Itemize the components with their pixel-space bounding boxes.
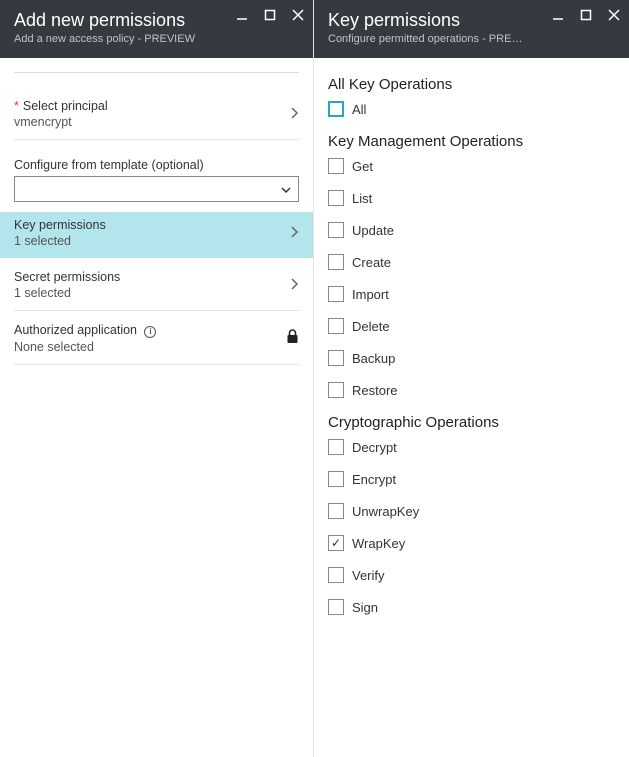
group-title: Cryptographic Operations [328,414,615,431]
checkbox-row[interactable]: Sign [328,599,615,615]
chevron-right-icon [290,106,299,123]
checkbox-row[interactable]: Verify [328,567,615,583]
checkbox[interactable] [328,318,344,334]
minimize-button[interactable] [235,8,249,22]
checkbox-row[interactable]: Backup [328,350,615,366]
checkbox-label: List [352,191,372,206]
right-subtitle: Configure permitted operations - PREVI..… [328,33,528,45]
left-subtitle: Add a new access policy - PREVIEW [14,33,214,45]
key-perm-label: Key permissions [14,218,106,232]
checkbox-row[interactable]: List [328,190,615,206]
checkbox[interactable] [328,158,344,174]
right-body: All Key Operations All Key Management Oper… [314,58,629,757]
authorized-app-row[interactable]: Authorized application i None selected [14,311,299,365]
group-title: All Key Operations [328,76,615,93]
right-header: Key permissions Configure permitted oper… [314,0,629,58]
checkbox-row[interactable]: WrapKey [328,535,615,551]
checkbox[interactable] [328,503,344,519]
checkbox[interactable] [328,439,344,455]
add-permissions-pane: Add new permissions Add a new access pol… [0,0,314,757]
checkbox-row[interactable]: Get [328,158,615,174]
checkbox-row[interactable]: Decrypt [328,439,615,455]
checkbox-label: Verify [352,568,385,583]
caret-down-icon [280,182,292,197]
checkbox-label: Backup [352,351,395,366]
checkbox-row[interactable]: Delete [328,318,615,334]
group-title: Key Management Operations [328,133,615,150]
template-label: Configure from template (optional) [14,158,299,172]
checkbox-label: Sign [352,600,378,615]
auth-app-label-text: Authorized application [14,323,137,337]
secret-perm-label: Secret permissions [14,270,120,284]
left-body: Select principal vmencrypt Configure fro… [0,58,313,757]
minimize-button[interactable] [551,8,565,22]
checkbox[interactable] [328,567,344,583]
checkbox[interactable] [328,471,344,487]
checkbox-row[interactable]: Encrypt [328,471,615,487]
checkbox-label: Decrypt [352,440,397,455]
checkbox[interactable] [328,382,344,398]
maximize-button[interactable] [263,8,277,22]
select-principal-row[interactable]: Select principal vmencrypt [14,93,299,140]
close-button[interactable] [607,8,621,22]
auth-app-label: Authorized application i [14,323,156,338]
checkbox-label: Delete [352,319,390,334]
checkbox[interactable] [328,286,344,302]
maximize-button[interactable] [579,8,593,22]
checkbox-label: Update [352,223,394,238]
close-button[interactable] [291,8,305,22]
info-icon: i [144,326,156,338]
checkbox-row[interactable]: Import [328,286,615,302]
auth-app-value: None selected [14,340,156,354]
checkbox[interactable] [328,535,344,551]
checkbox-label: WrapKey [352,536,405,551]
checkbox-label: Encrypt [352,472,396,487]
lock-icon [286,329,299,347]
checkbox[interactable] [328,190,344,206]
checkbox-row[interactable]: Restore [328,382,615,398]
key-permissions-pane: Key permissions Configure permitted oper… [314,0,629,757]
checkbox[interactable] [328,222,344,238]
chevron-right-icon [290,225,299,242]
checkbox[interactable] [328,350,344,366]
template-select[interactable] [14,176,299,202]
secret-perm-value: 1 selected [14,286,120,300]
checkbox-row[interactable]: All [328,101,615,117]
checkbox-row[interactable]: Create [328,254,615,270]
key-perm-value: 1 selected [14,234,106,248]
checkbox-row[interactable]: UnwrapKey [328,503,615,519]
secret-permissions-row[interactable]: Secret permissions 1 selected [14,258,299,311]
checkbox-label: Get [352,159,373,174]
principal-label: Select principal [14,99,108,113]
checkbox-label: Create [352,255,391,270]
key-permissions-row[interactable]: Key permissions 1 selected [0,212,313,258]
chevron-right-icon [290,277,299,294]
checkbox[interactable] [328,101,344,117]
checkbox-label: Import [352,287,389,302]
checkbox-row[interactable]: Update [328,222,615,238]
checkbox[interactable] [328,254,344,270]
checkbox-label: Restore [352,383,398,398]
divider [14,72,299,73]
checkbox[interactable] [328,599,344,615]
principal-value: vmencrypt [14,115,108,129]
checkbox-label: UnwrapKey [352,504,419,519]
left-header: Add new permissions Add a new access pol… [0,0,313,58]
checkbox-label: All [352,102,366,117]
